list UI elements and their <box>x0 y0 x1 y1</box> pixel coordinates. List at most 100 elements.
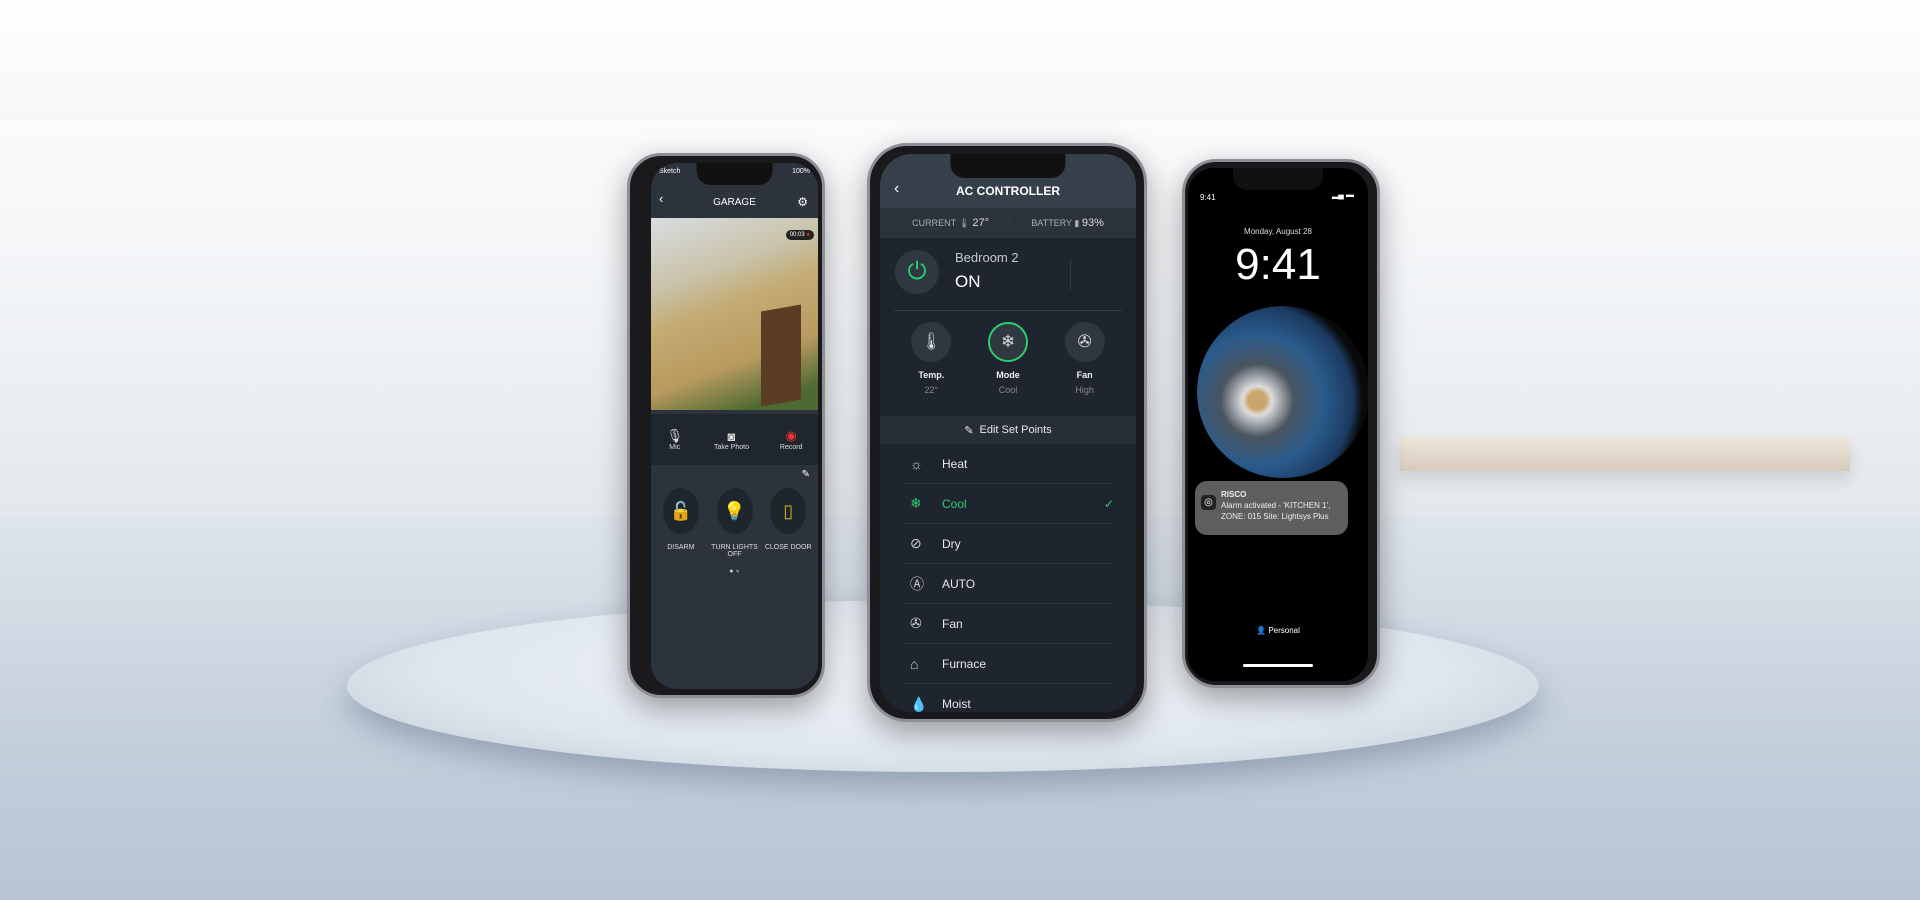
turn-lights-off-button[interactable]: 💡 TURN LIGHTS OFF <box>708 488 762 558</box>
lock-screen: 9:41 ▂▄ ▬ Monday, August 28 9:41 ◎ RISCO… <box>1188 168 1368 681</box>
status-time: 9:41 <box>1200 193 1216 202</box>
home-indicator[interactable] <box>1243 664 1313 667</box>
temp-value: 22° <box>924 385 939 395</box>
camera-icon: ◙ <box>727 428 736 444</box>
record-label: Record <box>779 444 803 451</box>
page-title: AC CONTROLLER <box>956 184 1060 198</box>
mode-item-label: AUTO <box>942 576 976 591</box>
battery-label: BATTERY <box>1031 218 1072 228</box>
close-door-button[interactable]: ▯ CLOSE DOOR <box>761 488 815 558</box>
take-photo-button[interactable]: ◙ Take Photo <box>714 429 749 451</box>
furnace-icon: ⌂ <box>910 655 919 672</box>
notification-app: RISCO <box>1221 490 1247 499</box>
notification[interactable]: ◎ RISCO Alarm activated - 'KITCHEN 1', Z… <box>1195 481 1348 535</box>
mic-button[interactable]: 🎙 Mic <box>666 428 683 451</box>
mode-item-auto[interactable]: Ⓐ AUTO <box>902 564 1114 604</box>
fan-icon: ✇ <box>910 615 922 631</box>
page-indicator[interactable]: ● ● <box>651 568 818 575</box>
mode-value: Cool <box>998 385 1018 395</box>
mode-item-label: Fan <box>942 616 963 631</box>
camera-controls: 🎙 Mic ◙ Take Photo ◉ Record <box>651 414 818 465</box>
notch <box>1233 168 1323 190</box>
notch <box>950 154 1066 178</box>
mode-item-moist[interactable]: 💧 Moist <box>902 684 1114 712</box>
snowflake-icon: ❄ <box>910 495 922 511</box>
notification-message: Alarm activated - 'KITCHEN 1', ZONE: 015… <box>1221 501 1331 521</box>
gear-icon[interactable]: ⚙ <box>797 195 808 209</box>
record-button[interactable]: ◉ Record <box>780 428 803 451</box>
drop-icon: 💧 <box>910 695 928 712</box>
mode-item-label: Furnace <box>942 656 987 671</box>
unlock-icon: 🔓 <box>662 488 699 534</box>
rec-timer: 00:03 ● <box>785 230 814 240</box>
battery-icon: ▮ <box>1074 218 1080 228</box>
mode-icon: ❄ <box>987 322 1028 362</box>
battery-value: 93% <box>1081 217 1104 229</box>
person-icon: 👤 <box>1256 626 1267 635</box>
thermometer-icon: 🌡 <box>911 322 952 362</box>
mode-setting[interactable]: ❄ Mode Cool <box>973 322 1043 395</box>
take-photo-label: Take Photo <box>713 443 749 451</box>
drop-slash-icon: ⊘ <box>910 535 922 551</box>
mic-label: Mic <box>669 444 681 451</box>
power-button[interactable]: ⏻ <box>895 250 939 294</box>
status-battery: 100% <box>792 168 810 175</box>
current-label: CURRENT <box>912 218 956 228</box>
mode-list: ☼ Heat ❄ Cool ✓ ⊘ Dry Ⓐ AUTO ✇ Fan ⌂ Furnace 💧 M… <box>880 444 1136 712</box>
pencil-icon: ✎ <box>964 424 974 437</box>
thermometer-icon: 🌡 <box>958 218 970 228</box>
mode-item-dry[interactable]: ⊘ Dry <box>902 524 1114 564</box>
camera-feed[interactable]: 00:03 ● <box>651 218 818 410</box>
auto-icon: Ⓐ <box>910 575 924 592</box>
sun-icon: ☼ <box>910 455 923 472</box>
fan-value: High <box>1075 385 1094 395</box>
divider <box>894 310 1122 311</box>
mode-item-label: Cool <box>942 496 967 511</box>
device-state: ON <box>955 272 981 291</box>
status-icons: ▂▄ ▬ <box>1331 190 1354 199</box>
mode-item-fan[interactable]: ✇ Fan <box>902 604 1114 644</box>
temp-label: Temp. <box>918 370 945 380</box>
lock-date: Monday, August 28 <box>1244 227 1312 236</box>
ac-controller-screen: ‹ AC CONTROLLER CURRENT 🌡 27° | BATTERY … <box>880 154 1136 712</box>
fan-label: Fan <box>1076 370 1093 380</box>
rec-timer-text: 00:03 <box>789 232 805 238</box>
checkmark-icon: ✓ <box>1103 496 1114 511</box>
background-shelf <box>1400 437 1850 471</box>
record-icon: ◉ <box>785 428 797 443</box>
notch <box>696 163 773 185</box>
stats-bar: CURRENT 🌡 27° | BATTERY ▮ 93% <box>880 208 1136 238</box>
close-door-label: CLOSE DOOR <box>764 544 812 551</box>
disarm-button[interactable]: 🔓 DISARM <box>654 488 708 558</box>
fan-setting[interactable]: ✇ Fan High <box>1050 322 1120 395</box>
mode-item-label: Heat <box>942 456 968 471</box>
focus-label: Personal <box>1268 626 1300 635</box>
mode-item-cool[interactable]: ❄ Cool ✓ <box>902 484 1114 524</box>
garage-screen: Sketch 100% ‹ GARAGE ⚙ 00:03 ● 🎙 Mic ◙ Tak… <box>651 163 818 689</box>
mode-item-furnace[interactable]: ⌂ Furnace <box>902 644 1114 684</box>
device-name: Bedroom 2 <box>955 250 1019 265</box>
garage-door-image <box>761 304 801 407</box>
risco-app-icon: ◎ <box>1201 495 1216 510</box>
power-icon: ⏻ <box>907 258 927 285</box>
door-icon: ▯ <box>770 488 807 534</box>
earth-wallpaper <box>1197 306 1368 478</box>
rec-dot-icon: ● <box>806 232 810 238</box>
disarm-label: DISARM <box>667 544 695 551</box>
mode-item-heat[interactable]: ☼ Heat <box>902 444 1114 484</box>
edit-set-points-label: Edit Set Points <box>979 424 1052 436</box>
edit-pencil-icon[interactable]: ✎ <box>802 469 810 480</box>
lightbulb-icon: 💡 <box>716 488 753 534</box>
temp-setting[interactable]: 🌡 Temp. 22° <box>896 322 966 395</box>
mode-label: Mode <box>996 370 1020 380</box>
mic-muted-icon: 🎙 <box>666 428 683 443</box>
page-title: GARAGE <box>713 197 756 208</box>
lock-time: 9:41 <box>1235 240 1321 289</box>
edit-set-points-button[interactable]: ✎ Edit Set Points <box>880 416 1136 444</box>
focus-mode[interactable]: 👤 Personal <box>1188 626 1368 635</box>
turn-lights-off-label: TURN LIGHTS OFF <box>711 544 758 558</box>
status-carrier: Sketch <box>659 168 681 175</box>
fan-icon: ✇ <box>1064 322 1105 362</box>
mode-item-label: Moist <box>942 697 971 711</box>
divider <box>1070 260 1071 290</box>
